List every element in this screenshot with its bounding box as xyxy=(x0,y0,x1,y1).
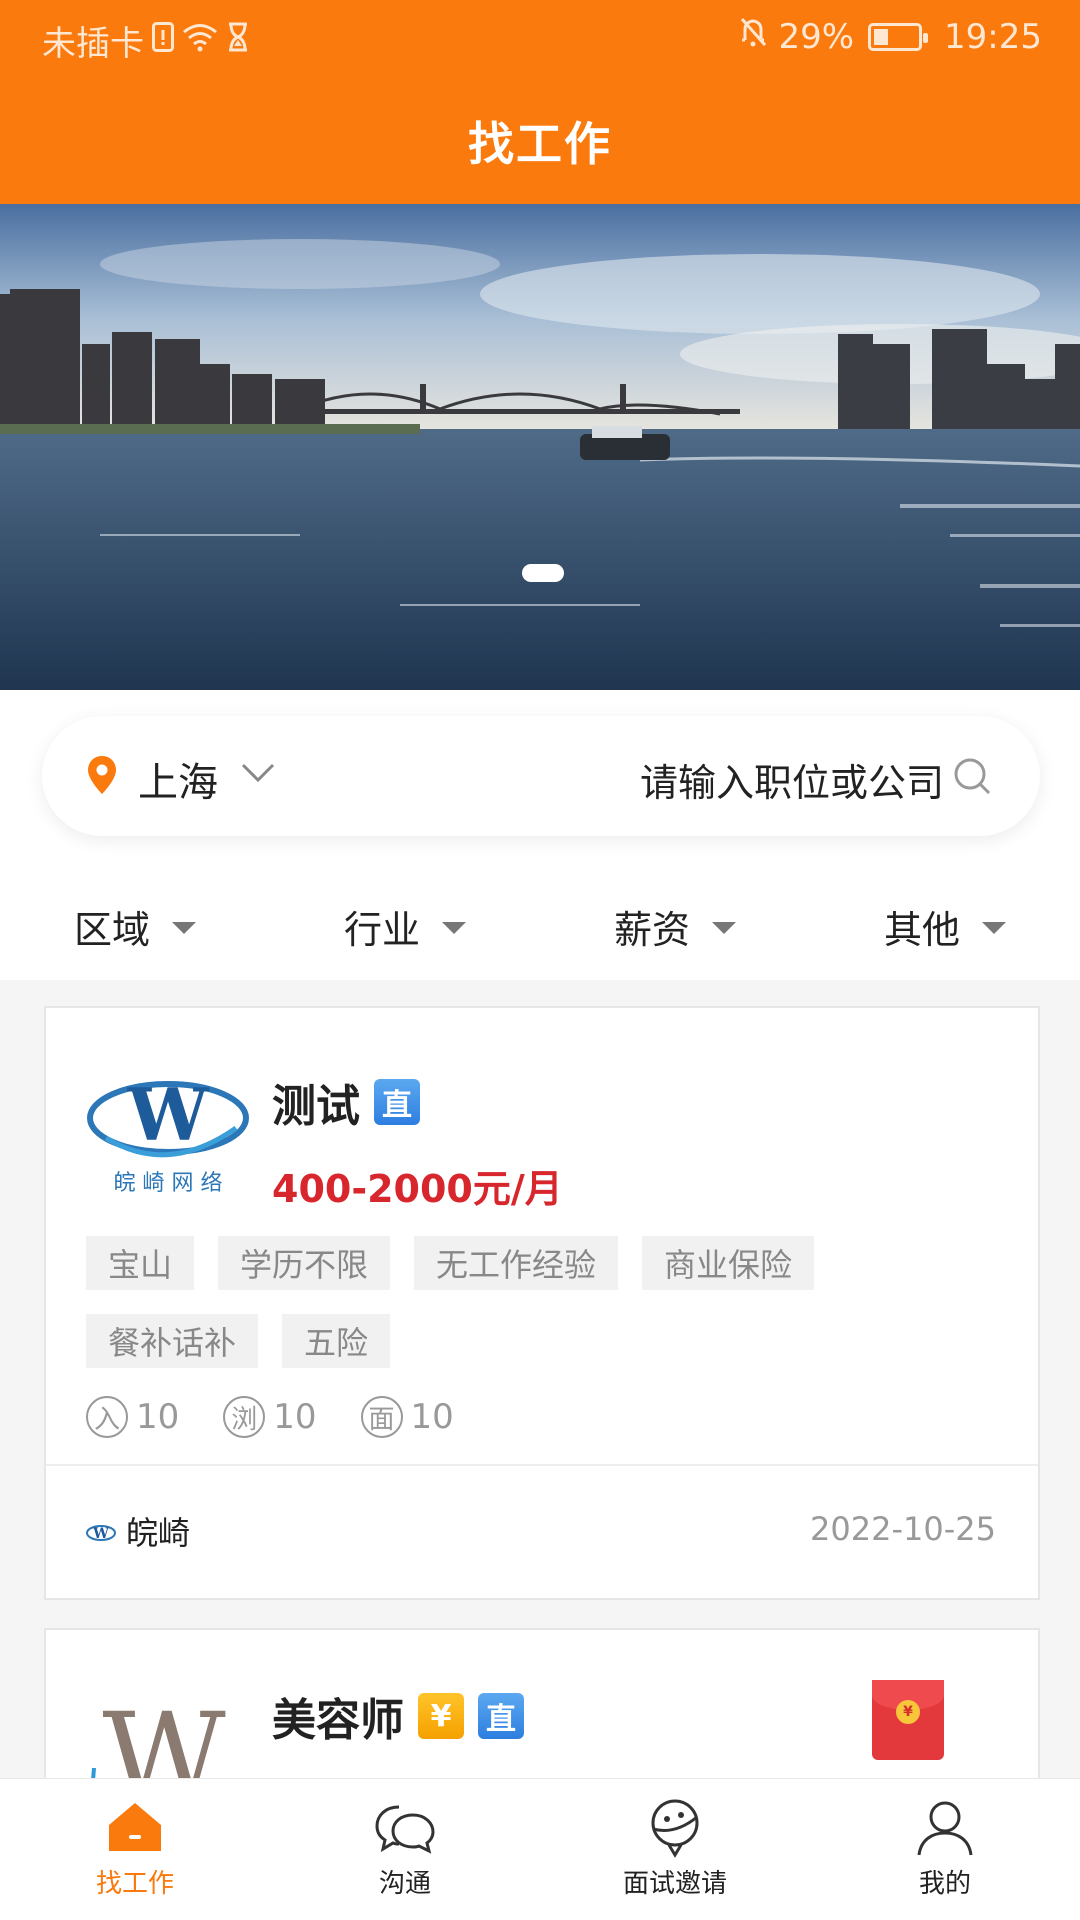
sim-missing-icon xyxy=(152,21,174,61)
tab-label: 沟通 xyxy=(378,1869,431,1899)
divider xyxy=(46,1464,1038,1466)
chat-icon xyxy=(375,1805,435,1854)
filter-label: 其他 xyxy=(883,907,960,952)
stat-viewed: 浏 10 xyxy=(223,1396,317,1438)
job-title: 测试 xyxy=(272,1081,360,1132)
stat-value: 10 xyxy=(273,1397,317,1437)
dropdown-triangle-icon xyxy=(172,922,196,934)
filter-other[interactable]: 其他 xyxy=(810,890,1080,962)
filter-label: 区域 xyxy=(73,907,150,952)
company-name: 皖崎 xyxy=(126,1514,191,1552)
red-packet-icon[interactable]: ¥ xyxy=(872,1680,944,1760)
svg-text:W: W xyxy=(127,1072,210,1157)
filter-bar: 区域 行业 薪资 其他 xyxy=(0,890,1080,962)
status-right: 29% 19:25 xyxy=(738,16,1042,57)
filter-salary[interactable]: 薪资 xyxy=(540,890,810,962)
stat-interview: 面 10 xyxy=(360,1396,454,1438)
search-filter-area: 上海 请输入职位或公司 区域 行业 薪资 其他 xyxy=(0,690,1080,980)
dropdown-triangle-icon xyxy=(442,922,466,934)
interview-icon xyxy=(651,1799,699,1858)
salary: 400-2000元/月 xyxy=(272,1167,563,1211)
applied-icon: 入 xyxy=(86,1396,128,1438)
job-tag: 五险 xyxy=(282,1314,391,1368)
stat-applied: 入 10 xyxy=(86,1396,179,1438)
job-title-row: 美容师 ¥ 直 xyxy=(272,1684,524,1748)
tab-mine[interactable]: 我的 xyxy=(810,1779,1080,1920)
location-pin-icon xyxy=(86,754,118,800)
carrier-text: 未插卡 xyxy=(42,24,144,64)
direct-hire-badge: 直 xyxy=(374,1079,420,1125)
direct-hire-badge: 直 xyxy=(478,1693,524,1739)
status-bar: 未插卡 29% 19:25 xyxy=(0,0,1080,78)
tab-label: 面试邀请 xyxy=(622,1869,727,1899)
filter-region[interactable]: 区域 xyxy=(0,890,270,962)
bottom-tab-bar: 找工作 沟通 面试邀请 我的 xyxy=(0,1778,1080,1920)
wifi-icon xyxy=(182,21,218,61)
company-logo: W 皖 崎 网 络 xyxy=(86,1066,250,1200)
job-title-row: 测试 直 xyxy=(272,1070,420,1134)
stat-value: 10 xyxy=(136,1397,180,1437)
banner-image xyxy=(0,204,1080,690)
app-header: 找工作 xyxy=(0,78,1080,204)
stat-value: 10 xyxy=(410,1397,454,1437)
clock: 19:25 xyxy=(944,16,1042,57)
tab-chat[interactable]: 沟通 xyxy=(270,1779,540,1920)
filter-label: 薪资 xyxy=(613,907,690,952)
city-selector[interactable]: 上海 xyxy=(138,750,218,808)
reward-badge: ¥ xyxy=(418,1693,464,1739)
dropdown-triangle-icon xyxy=(712,922,736,934)
company-mini-logo: W xyxy=(86,1518,116,1544)
dropdown-triangle-icon xyxy=(982,922,1006,934)
user-icon xyxy=(917,1801,973,1856)
job-tag: 宝山 xyxy=(86,1236,195,1290)
interview-icon: 面 xyxy=(360,1396,403,1438)
search-icon[interactable] xyxy=(952,756,992,800)
job-card[interactable]: W 皖 崎 网 络 测试 直 400-2000元/月 宝山 学历不限 无工作经验… xyxy=(44,1006,1040,1600)
battery-percent: 29% xyxy=(778,16,855,57)
job-stats: 入 10 浏 10 面 10 xyxy=(86,1396,454,1438)
tab-label: 我的 xyxy=(918,1869,971,1899)
battery-icon xyxy=(868,22,929,51)
status-left: 未插卡 xyxy=(42,16,250,65)
job-tag: 学历不限 xyxy=(218,1236,391,1290)
tab-find-job[interactable]: 找工作 xyxy=(0,1779,270,1920)
company-row[interactable]: W 皖崎 xyxy=(86,1508,190,1554)
logo-text: 皖 崎 网 络 xyxy=(114,1171,223,1196)
job-tags: 宝山 学历不限 无工作经验 商业保险 餐补话补 五险 xyxy=(86,1236,1006,1368)
page-title: 找工作 xyxy=(468,117,612,171)
banner-carousel[interactable] xyxy=(0,204,1080,690)
carousel-indicator[interactable] xyxy=(522,564,564,582)
home-icon xyxy=(109,1803,161,1851)
chevron-down-icon[interactable] xyxy=(240,762,276,788)
filter-label: 行业 xyxy=(343,907,420,952)
tab-label: 找工作 xyxy=(95,1869,174,1899)
job-tag: 无工作经验 xyxy=(414,1236,619,1290)
post-date: 2022-10-25 xyxy=(810,1510,996,1548)
viewed-icon: 浏 xyxy=(223,1396,266,1438)
job-title: 美容师 xyxy=(272,1695,404,1746)
svg-text:W: W xyxy=(92,1526,109,1542)
tab-interview-invites[interactable]: 面试邀请 xyxy=(540,1779,810,1920)
job-tag: 商业保险 xyxy=(642,1236,815,1290)
hourglass-icon xyxy=(226,21,250,61)
search-bar[interactable]: 上海 请输入职位或公司 xyxy=(42,716,1040,836)
search-input[interactable]: 请输入职位或公司 xyxy=(640,752,944,807)
job-tag: 餐补话补 xyxy=(86,1314,259,1368)
mute-bell-icon xyxy=(738,16,768,57)
filter-industry[interactable]: 行业 xyxy=(270,890,540,962)
